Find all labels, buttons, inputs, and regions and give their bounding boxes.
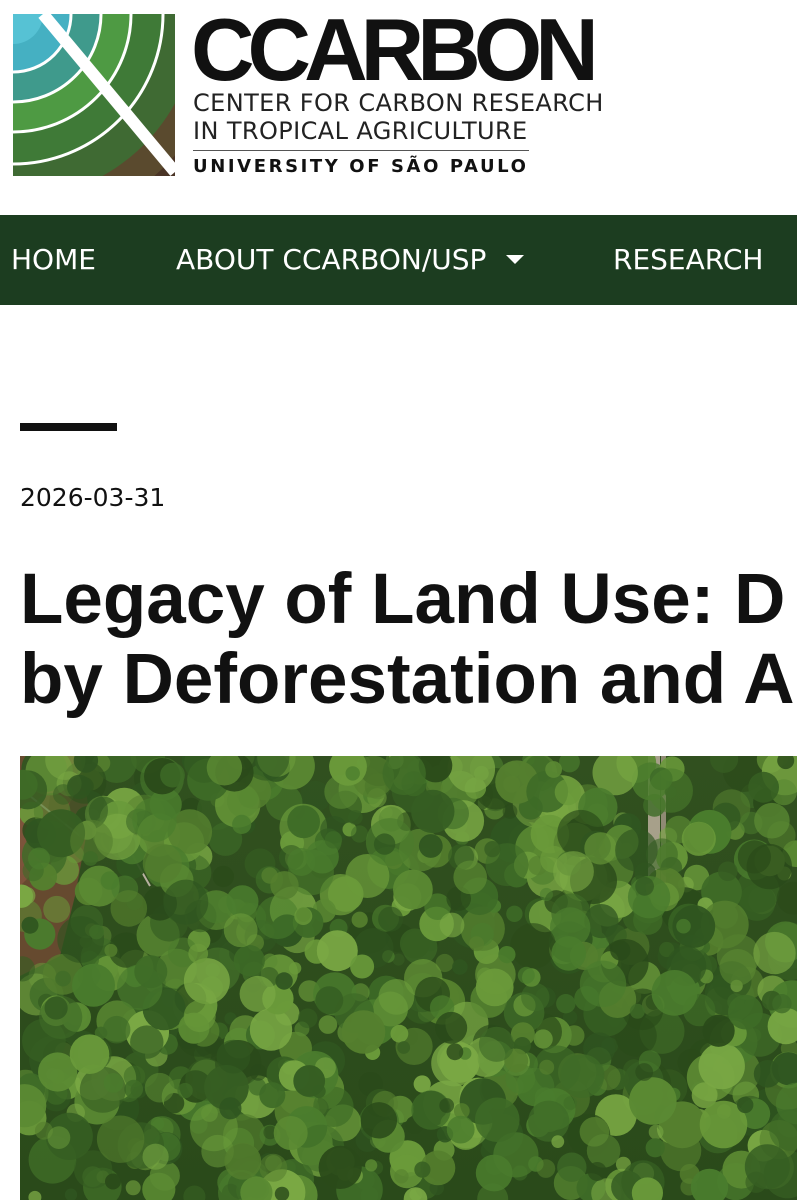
nav-item-research-label: RESEARCH [613, 243, 764, 276]
post-title-line1: Legacy of Land Use: D [20, 560, 786, 639]
logo-divider [193, 150, 529, 151]
nav-item-about-label: ABOUT CCARBON/USP [176, 243, 487, 276]
post-title: Legacy of Land Use: D by Deforestation a… [20, 560, 797, 720]
nav-item-home-label: HOME [11, 243, 96, 276]
ccarbon-logo-icon[interactable] [13, 14, 175, 176]
site-header: CCARBON CENTER FOR CARBON RESEARCH IN TR… [0, 0, 797, 215]
logo-title[interactable]: CCARBON [191, 6, 599, 94]
nav-item-research[interactable]: RESEARCH [613, 215, 763, 305]
logo-subtitle-line1: CENTER FOR CARBON RESEARCH [193, 89, 604, 117]
post-date: 2026-03-31 [20, 483, 166, 512]
logo-subtitle-line2: IN TROPICAL AGRICULTURE [193, 117, 528, 145]
logo-university: UNIVERSITY OF SÃO PAULO [193, 156, 529, 177]
article-hero-image [20, 756, 797, 1200]
nav-item-about[interactable]: ABOUT CCARBON/USP [176, 215, 525, 305]
title-accent-bar [20, 423, 117, 431]
forest-canopy-image [20, 756, 797, 1200]
nav-item-home[interactable]: HOME [11, 215, 96, 305]
caret-down-icon[interactable] [506, 254, 525, 264]
page: CCARBON CENTER FOR CARBON RESEARCH IN TR… [0, 0, 797, 1200]
post-title-line2: by Deforestation and A [20, 640, 795, 719]
main-navigation: HOME ABOUT CCARBON/USP RESEARCH [0, 215, 797, 305]
